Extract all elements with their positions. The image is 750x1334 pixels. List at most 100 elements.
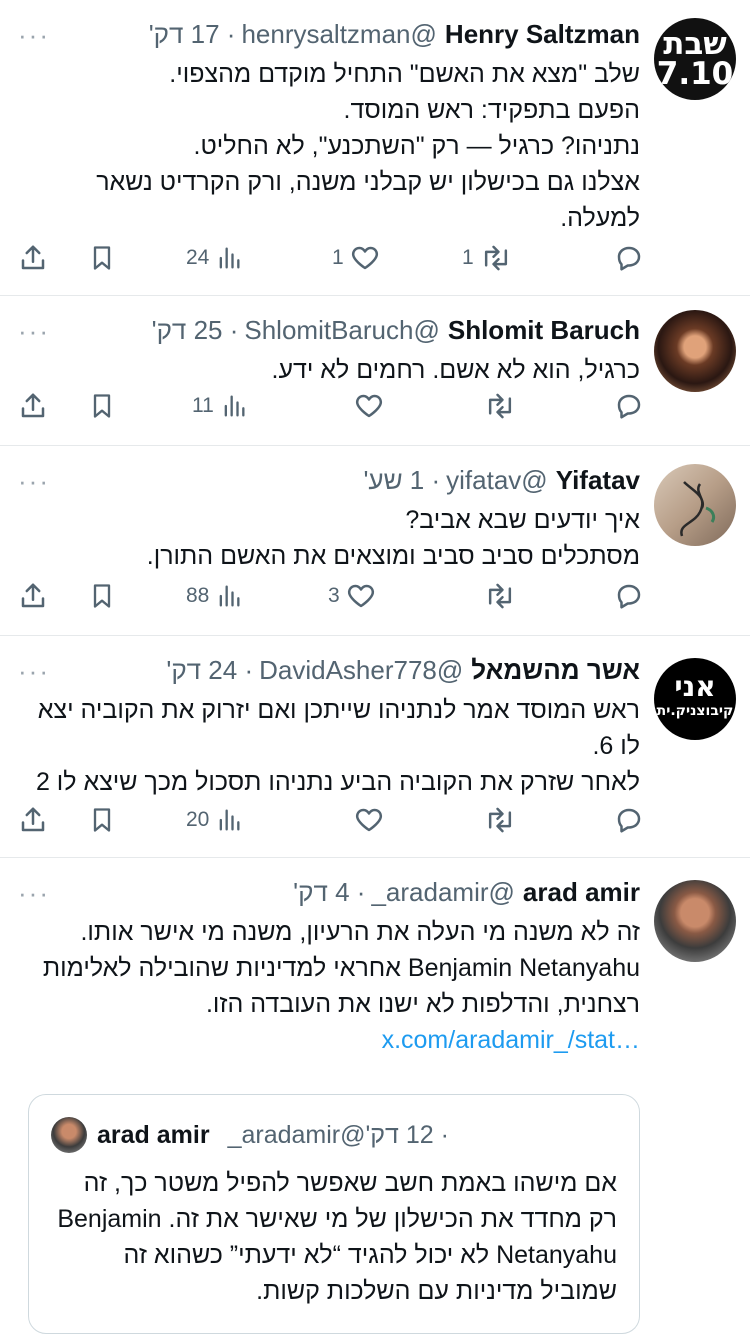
likes-count: 1 [332, 246, 344, 269]
tweet-line: לאחר שזרק את הקוביה הביע נתניהו תסכול מכ… [35, 768, 640, 796]
tweet-actions: 88 3 [0, 576, 750, 616]
tweet-text: שלב "מצא את האשם" התחיל מוקדם מהצפוי. הפ… [18, 56, 640, 236]
author-name[interactable]: Henry Saltzman [445, 19, 640, 50]
likes-count: 3 [328, 584, 340, 607]
author-handle[interactable]: @ShlomitBaruch [244, 315, 439, 346]
avatar[interactable] [654, 880, 736, 962]
more-options-icon[interactable]: ··· [18, 466, 50, 497]
views-icon [220, 585, 240, 607]
author-name[interactable]: arad amir [523, 877, 640, 908]
more-options-icon[interactable]: ··· [18, 316, 50, 347]
quote-line: אם מישהו באמת חשב שאפשר להפיל משטר כך, ז… [57, 1169, 617, 1305]
bookmark-button[interactable] [88, 386, 116, 426]
reply-button[interactable] [608, 800, 644, 840]
author-name[interactable]: אשר מהשמאל [471, 655, 640, 686]
views-count: 24 [186, 246, 210, 269]
tweet-actions: 20 [0, 800, 750, 840]
quote-header: · 12 דק' @aradamir_ arad amir [51, 1115, 617, 1155]
retweet-icon [484, 245, 507, 271]
tweet-header: אשר מהשמאל @DavidAsher778 · 24 דק' [18, 650, 640, 690]
author-name[interactable]: Yifatav [556, 465, 640, 496]
views-button[interactable]: 88 [186, 576, 243, 616]
more-options-icon[interactable]: ··· [18, 878, 50, 909]
bookmark-button[interactable] [88, 238, 116, 278]
tweet-text: ראש המוסד אמר לנתניהו שייתכן ואם יזרוק א… [18, 692, 640, 800]
reply-button[interactable] [608, 238, 644, 278]
tweet[interactable]: Shlomit Baruch @ShlomitBaruch · 25 דק' ·… [0, 296, 750, 446]
tweet-text: זה לא משנה מי העלה את הרעיון, משנה מי אי… [18, 914, 640, 1058]
share-icon [21, 245, 45, 270]
timestamp[interactable]: · 1 שע' [363, 465, 440, 496]
tweet-actions: 24 1 1 [0, 238, 750, 278]
like-button[interactable] [348, 800, 384, 840]
avatar-text: קיבוצניק.ית [656, 703, 734, 719]
views-button[interactable]: 20 [186, 800, 243, 840]
share-button[interactable] [18, 238, 48, 278]
bookmark-icon [93, 394, 111, 418]
tweet[interactable]: שבת 7.10 Henry Saltzman @henrysaltzman ·… [0, 0, 750, 296]
quote-timestamp: · 12 דק' [365, 1120, 449, 1149]
tweet-line: כרגיל, הוא לא אשם. רחמים לא ידע. [271, 356, 640, 384]
avatar[interactable] [654, 310, 736, 392]
bookmark-button[interactable] [88, 800, 116, 840]
retweet-button[interactable]: 1 [462, 238, 512, 278]
retweet-button[interactable] [478, 576, 516, 616]
tweet-line: אצלנו גם בכישלון יש קבלני משנה, ורק הקרד… [96, 168, 640, 232]
share-button[interactable] [18, 386, 48, 426]
retweets-count: 1 [462, 246, 474, 269]
more-options-icon[interactable]: ··· [18, 656, 50, 687]
views-button[interactable]: 24 [186, 238, 243, 278]
tweet-line: Benjamin Netanyahu אחראי למדיניות שהוביל… [42, 954, 640, 1018]
tweet-link[interactable]: x.com/aradamir_/stat… [18, 1022, 640, 1058]
timestamp[interactable]: · 4 דק' [293, 877, 365, 908]
avatar[interactable]: אני קיבוצניק.ית [654, 658, 736, 740]
share-button[interactable] [18, 800, 48, 840]
reply-icon [617, 394, 641, 419]
bookmark-button[interactable] [88, 576, 116, 616]
author-handle[interactable]: @henrysaltzman [241, 19, 436, 50]
avatar[interactable] [654, 464, 736, 546]
author-handle[interactable]: @DavidAsher778 [259, 655, 463, 686]
views-button[interactable]: 11 [192, 386, 248, 426]
retweet-icon [488, 807, 512, 833]
retweet-button[interactable] [478, 386, 516, 426]
tweet-line: זה לא משנה מי העלה את הרעיון, משנה מי אי… [80, 918, 640, 946]
avatar[interactable]: שבת 7.10 [654, 18, 736, 100]
tweet-line: איך יודעים שבא אביב? [405, 506, 640, 534]
tweet-text: כרגיל, הוא לא אשם. רחמים לא ידע. [18, 352, 640, 388]
avatar-art [680, 481, 716, 537]
tweet[interactable]: arad amir @aradamir_ · 4 דק' ··· זה לא מ… [0, 858, 750, 1334]
author-handle[interactable]: @aradamir_ [371, 877, 514, 908]
share-button[interactable] [18, 576, 48, 616]
like-button[interactable]: 3 [328, 576, 376, 616]
tweet-header: Shlomit Baruch @ShlomitBaruch · 25 דק' [18, 310, 640, 350]
quote-avatar [51, 1117, 87, 1153]
timestamp[interactable]: · 24 דק' [166, 655, 253, 686]
author-name[interactable]: Shlomit Baruch [448, 315, 640, 346]
timestamp[interactable]: · 17 דק' [149, 19, 236, 50]
retweet-button[interactable] [478, 800, 516, 840]
retweet-icon [488, 583, 512, 609]
reply-button[interactable] [608, 576, 644, 616]
tweet[interactable]: אני קיבוצניק.ית אשר מהשמאל @DavidAsher77… [0, 636, 750, 858]
tweet-line: ראש המוסד אמר לנתניהו שייתכן ואם יזרוק א… [37, 696, 640, 760]
reply-icon [617, 808, 641, 833]
more-options-icon[interactable]: ··· [18, 20, 50, 51]
bookmark-icon [93, 584, 111, 608]
like-button[interactable]: 1 [332, 238, 380, 278]
avatar-text: אני [674, 670, 716, 703]
timeline-feed: שבת 7.10 Henry Saltzman @henrysaltzman ·… [0, 0, 750, 1334]
timestamp[interactable]: · 25 דק' [152, 315, 239, 346]
tweet-header: Henry Saltzman @henrysaltzman · 17 דק' [18, 14, 640, 54]
tweet[interactable]: Yifatav @yifatav · 1 שע' ··· איך יודעים … [0, 446, 750, 636]
like-button[interactable] [348, 386, 384, 426]
tweet-line: הפעם בתפקיד: ראש המוסד. [343, 96, 640, 124]
heart-icon [355, 394, 383, 418]
quoted-tweet[interactable]: · 12 דק' @aradamir_ arad amir אם מישהו ב… [28, 1094, 640, 1334]
author-handle[interactable]: @yifatav [446, 465, 548, 496]
tweet-line: שלב "מצא את האשם" התחיל מוקדם מהצפוי. [169, 60, 640, 88]
tweet-text: איך יודעים שבא אביב? מסתכלים סביב סביב ו… [18, 502, 640, 574]
views-count: 88 [186, 584, 210, 607]
quote-handle: @aradamir_ [227, 1120, 366, 1149]
reply-button[interactable] [608, 386, 644, 426]
